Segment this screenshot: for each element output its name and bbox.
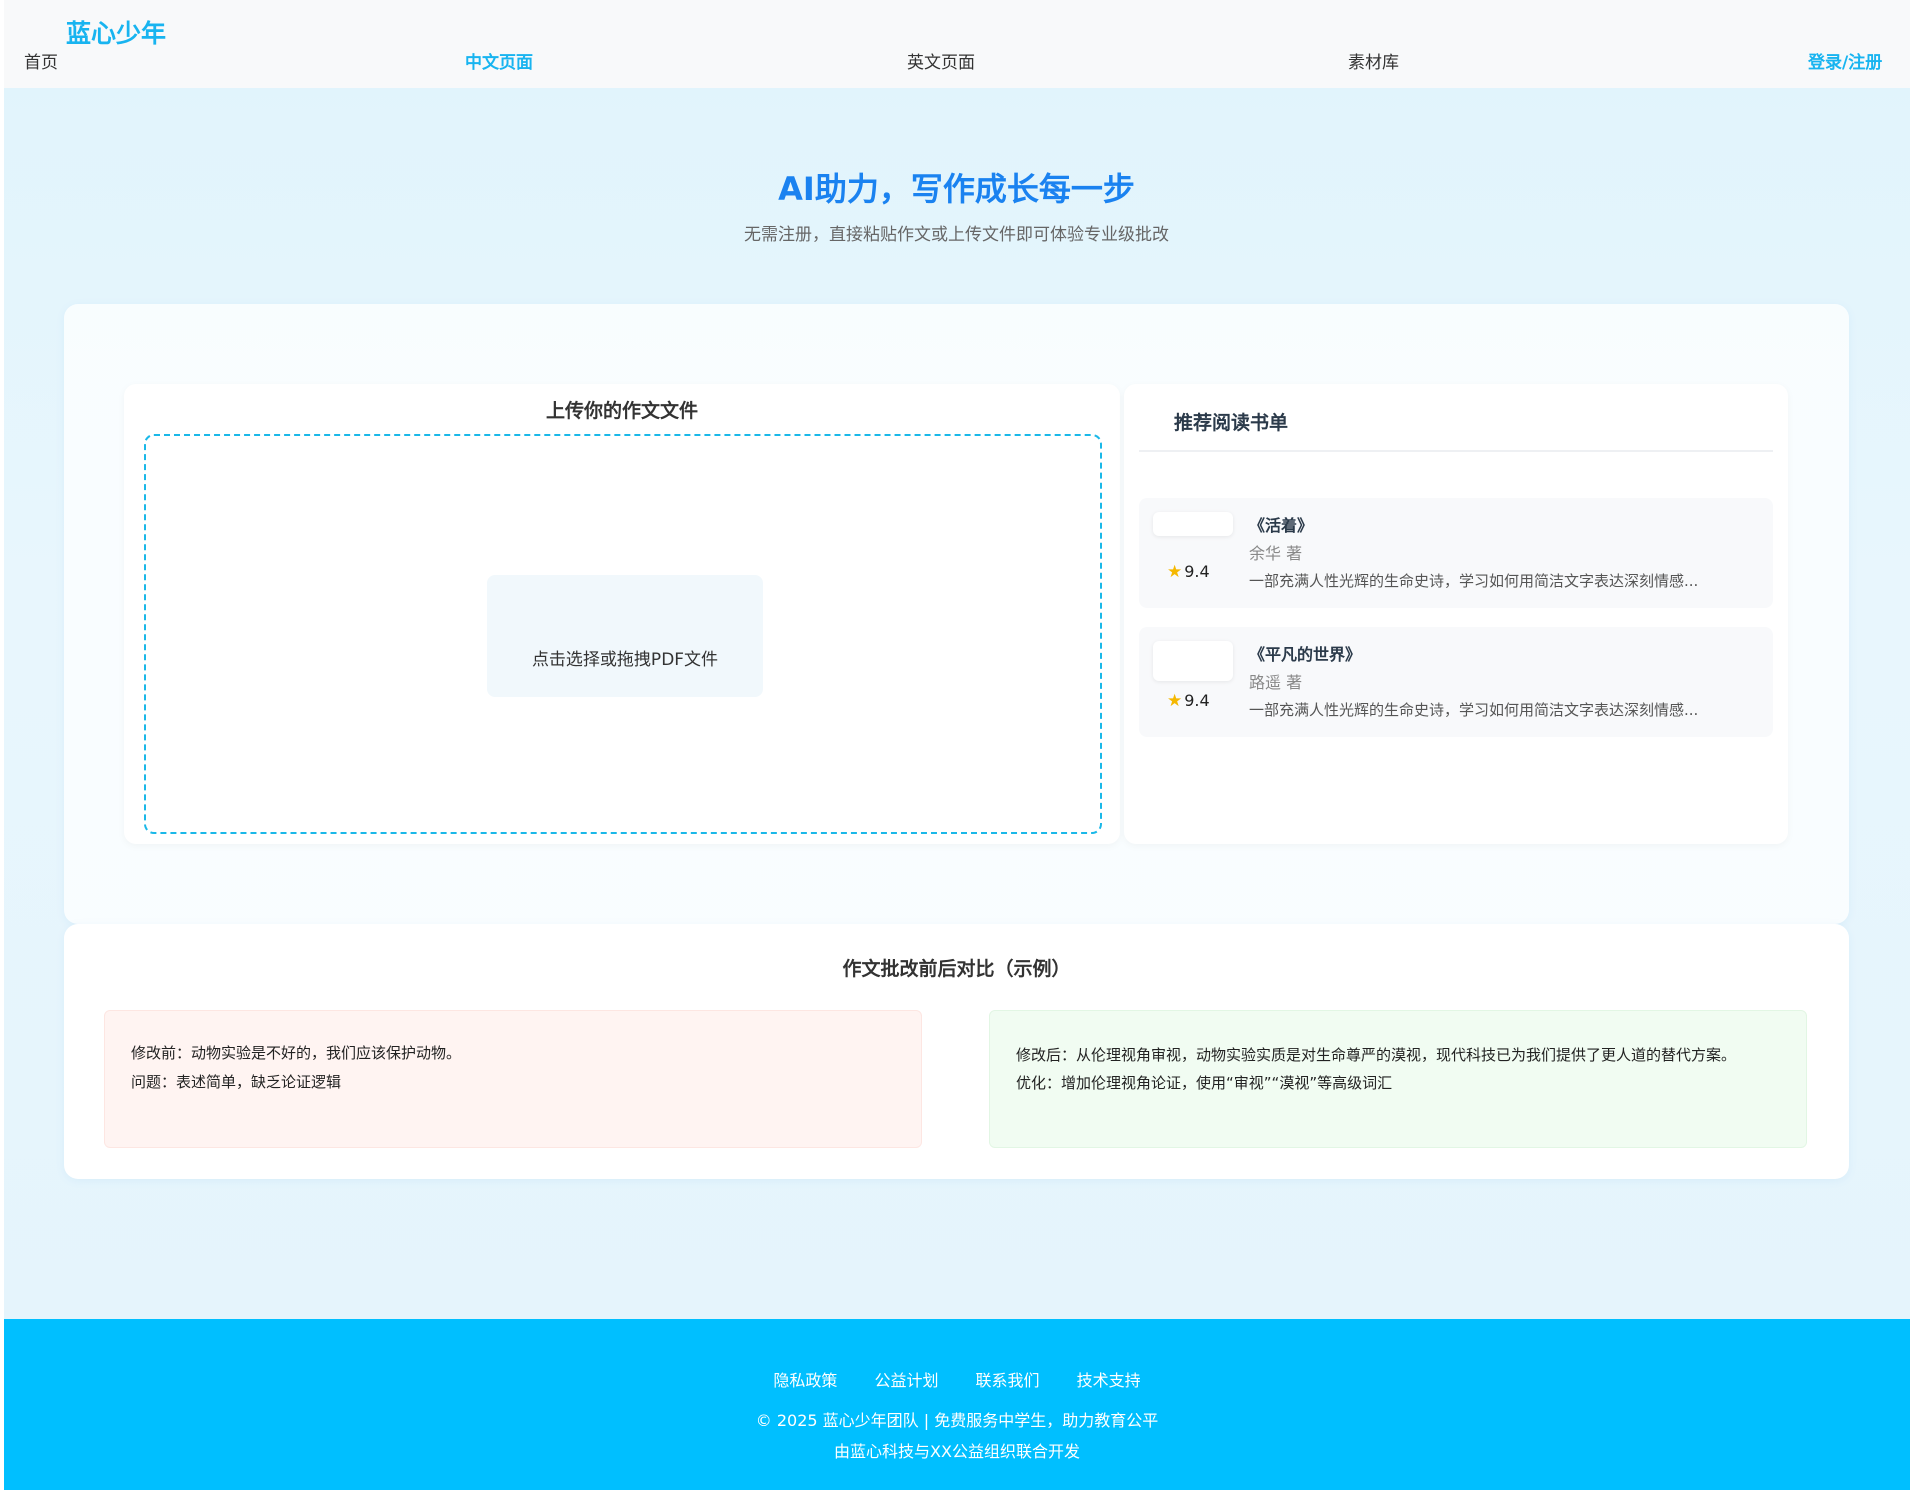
rating-value: 9.4	[1184, 562, 1210, 581]
before-issue: 问题：表述简单，缺乏论证逻辑	[131, 1073, 342, 1091]
footer: 隐私政策 公益计划 联系我们 技术支持 © 2025 蓝心少年团队 | 免费服务…	[4, 1319, 1910, 1490]
book-description: 一部充满人性光辉的生命史诗，学习如何用简洁文字表达深刻情感...	[1249, 701, 1699, 719]
hero-subtitle: 无需注册，直接粘贴作文或上传文件即可体验专业级批改	[744, 225, 1169, 245]
book-title: 《平凡的世界》	[1249, 645, 1362, 664]
before-example-box: 修改前：动物实验是不好的，我们应该保护动物。 问题：表述简单，缺乏论证逻辑	[104, 1010, 922, 1148]
login-register-link[interactable]: 登录/注册	[1808, 48, 1882, 73]
divider	[1139, 450, 1773, 452]
after-example-box: 修改后：从伦理视角审视，动物实验实质是对生命尊严的漠视，现代科技已为我们提供了更…	[989, 1010, 1807, 1148]
reading-list-title: 推荐阅读书单	[1174, 412, 1289, 434]
book-rating: ★ 9.4	[1167, 691, 1210, 711]
star-icon: ★	[1167, 562, 1183, 582]
upload-panel: 上传你的作文文件 点击选择或拖拽PDF文件	[124, 384, 1120, 844]
nav-material-library[interactable]: 素材库	[1348, 48, 1399, 73]
hero-title: AI助力，写作成长每一步	[778, 170, 1135, 208]
top-nav: 蓝心少年 首页 中文页面 英文页面 素材库 登录/注册	[4, 0, 1910, 88]
book-author: 路遥 著	[1249, 673, 1303, 692]
book-item[interactable]: ★ 9.4 《平凡的世界》 路遥 著 一部充满人性光辉的生命史诗，学习如何用简洁文…	[1139, 627, 1773, 737]
rating-value: 9.4	[1184, 691, 1210, 710]
select-file-label: 点击选择或拖拽PDF文件	[531, 650, 719, 670]
upload-title: 上传你的作文文件	[545, 400, 698, 422]
book-item[interactable]: ★ 9.4 《活着》 余华 著 一部充满人性光辉的生命史诗，学习如何用简洁文字表达…	[1139, 498, 1773, 608]
star-icon: ★	[1167, 691, 1183, 711]
nav-home[interactable]: 首页	[24, 48, 58, 73]
before-text: 修改前：动物实验是不好的，我们应该保护动物。	[131, 1044, 462, 1062]
nav-english-page[interactable]: 英文页面	[907, 48, 975, 73]
comparison-card: 作文批改前后对比（示例） 修改前：动物实验是不好的，我们应该保护动物。 问题：表…	[64, 924, 1849, 1179]
footer-links: 隐私政策 公益计划 联系我们 技术支持	[4, 1367, 1910, 1391]
after-optimization: 优化：增加伦理视角论证，使用“审视”“漠视”等高级词汇	[1016, 1074, 1393, 1092]
book-cover	[1153, 512, 1233, 536]
footer-developer: 由蓝心科技与XX公益组织联合开发	[834, 1442, 1080, 1461]
book-title: 《活着》	[1249, 516, 1314, 535]
select-file-button[interactable]: 点击选择或拖拽PDF文件	[487, 575, 763, 697]
footer-link-privacy[interactable]: 隐私政策	[773, 1371, 837, 1390]
site-logo[interactable]: 蓝心少年	[66, 14, 166, 50]
comparison-title: 作文批改前后对比（示例）	[842, 958, 1071, 980]
nav-chinese-page[interactable]: 中文页面	[465, 48, 533, 73]
book-rating: ★ 9.4	[1167, 562, 1210, 582]
book-cover	[1153, 641, 1233, 681]
footer-link-contact[interactable]: 联系我们	[976, 1371, 1040, 1390]
footer-copyright: © 2025 蓝心少年团队 | 免费服务中学生，助力教育公平	[755, 1411, 1159, 1430]
reading-list-panel: 推荐阅读书单 ★ 9.4 《活着》 余华 著 一部充满人性光辉的生命史诗，学习如何…	[1124, 384, 1788, 844]
after-text: 修改后：从伦理视角审视，动物实验实质是对生命尊严的漠视，现代科技已为我们提供了更…	[1016, 1046, 1737, 1064]
file-dropzone[interactable]: 点击选择或拖拽PDF文件	[144, 434, 1102, 834]
footer-link-charity[interactable]: 公益计划	[874, 1371, 938, 1390]
book-author: 余华 著	[1249, 544, 1303, 563]
footer-link-support[interactable]: 技术支持	[1077, 1371, 1141, 1390]
book-description: 一部充满人性光辉的生命史诗，学习如何用简洁文字表达深刻情感...	[1249, 572, 1699, 590]
